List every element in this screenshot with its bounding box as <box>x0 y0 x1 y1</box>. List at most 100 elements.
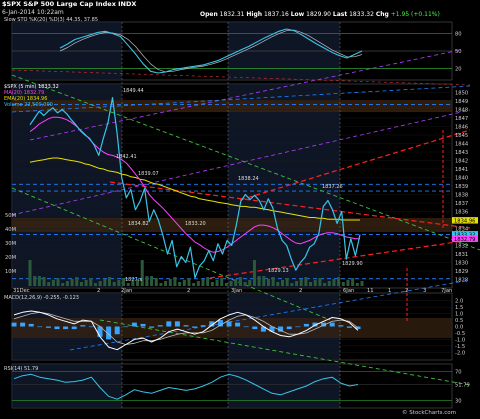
last-value: 1833.32 <box>349 11 374 18</box>
macd-hist-bar-12 <box>114 326 120 335</box>
volume-bar-0 <box>28 260 32 286</box>
macd-hist-bar-14 <box>131 322 137 327</box>
volume-tick-label-0: 50M <box>5 213 16 219</box>
volume-bar-4 <box>47 282 51 286</box>
price-tick-label-18: 1832 <box>455 244 468 250</box>
low-value: 1829.90 <box>306 11 331 18</box>
volume-bar-11 <box>79 282 83 286</box>
volume-tick-label-3: 20M <box>5 255 16 261</box>
macd-hist-bar-27 <box>243 326 249 328</box>
price-tick-label-10: 1840 <box>455 176 468 182</box>
volume-bar-26 <box>150 276 154 286</box>
volume-bar-54 <box>281 280 285 286</box>
x-tick-label-8: 1 <box>388 288 391 294</box>
macd-hist-bar-9 <box>88 326 94 328</box>
x-tick-label-3: 2 <box>187 288 190 294</box>
high-value: 1837.16 <box>263 11 289 18</box>
rsi-tick-label-0: 70 <box>455 369 462 375</box>
volume-bar-27 <box>154 278 158 286</box>
volume-bar-51 <box>266 279 270 286</box>
volume-bar-49 <box>257 276 261 286</box>
macd-hist-bar-21 <box>192 326 198 328</box>
macd-hist-bar-26 <box>235 322 241 327</box>
volume-bar-70 <box>355 283 359 286</box>
volume-bar-2 <box>37 276 41 286</box>
volume-bar-50 <box>262 276 266 286</box>
volume-bar-1 <box>33 276 37 286</box>
price-tick-label-21: 1829 <box>455 269 468 275</box>
macd-tick-label-2: 1.0 <box>455 312 463 318</box>
price-tick-label-4: 1846 <box>455 125 468 131</box>
macd-hist-bar-25 <box>226 321 232 327</box>
volume-bar-53 <box>276 282 280 286</box>
volume-bar-69 <box>351 278 355 286</box>
volume-legend: Volume 22,500,000 <box>4 102 53 108</box>
x-tick-label-11: 7Jan <box>441 288 452 294</box>
brand-watermark: © StockCharts.com <box>402 410 456 416</box>
macd-legend: MACD(12,26,9) -0.255, -0.123 <box>4 295 79 301</box>
x-tick-label-6: 6Jan <box>343 288 354 294</box>
volume-bar-28 <box>159 283 163 286</box>
volume-bar-66 <box>337 277 341 286</box>
macd-tick-label-1: 1.5 <box>455 305 463 311</box>
last-label: Last <box>332 11 348 18</box>
price-annotation-7: 1829.13 <box>268 268 289 274</box>
x-tick-label-7: 11 <box>367 288 374 294</box>
chg-label: Chg <box>375 11 389 18</box>
price-annotation-1: 1842.41 <box>116 154 137 160</box>
macd-tick-label-0: 2.0 <box>455 299 463 305</box>
volume-bar-35 <box>192 283 196 286</box>
price-tick-label-2: 1848 <box>455 108 468 114</box>
volume-bar-65 <box>332 279 336 286</box>
volume-bar-52 <box>271 277 275 286</box>
macd-hist-bar-4 <box>45 326 51 328</box>
volume-bar-58 <box>299 279 303 286</box>
macd-hist-bar-13 <box>123 326 129 328</box>
macd-tick-label-4: 0.0 <box>455 325 463 331</box>
stoch-tick-label-0: 80 <box>455 32 462 38</box>
x-tick-label-2: 2Jan <box>121 288 132 294</box>
volume-bar-34 <box>187 278 191 286</box>
volume-bar-56 <box>290 283 294 286</box>
macd-hist-bar-33 <box>295 326 301 328</box>
price-tick-label-0: 1850 <box>455 91 468 97</box>
volume-bar-29 <box>164 281 168 286</box>
volume-bar-19 <box>117 280 121 286</box>
stoch-tick-label-1: 50 <box>455 49 462 55</box>
macd-hist-bar-7 <box>71 326 77 330</box>
rsi-tick-label-2: 30 <box>455 399 462 405</box>
volume-tick-label-4: 10M <box>5 269 16 275</box>
macd-hist-bar-28 <box>252 326 258 330</box>
volume-bar-16 <box>103 279 107 286</box>
volume-bar-68 <box>346 280 350 286</box>
macd-hist-bar-15 <box>140 323 146 327</box>
session-shade-1-rsi <box>228 364 340 408</box>
volume-bar-39 <box>210 282 214 286</box>
macd-tick-label-3: 0.5 <box>455 318 463 324</box>
high-label: High <box>246 11 263 18</box>
price-annotation-4: 1833.20 <box>185 221 206 227</box>
volume-bar-36 <box>196 281 200 286</box>
volume-bar-7 <box>61 283 65 286</box>
volume-bar-37 <box>201 279 205 286</box>
volume-bar-62 <box>318 278 322 286</box>
volume-bar-46 <box>243 282 247 286</box>
price-tick-label-12: 1838 <box>455 193 468 199</box>
macd-hist-bar-34 <box>303 323 309 327</box>
macd-hist-bar-2 <box>28 323 34 327</box>
volume-bar-41 <box>220 278 224 286</box>
volume-bar-15 <box>98 281 102 286</box>
volume-bar-42 <box>224 283 228 286</box>
volume-bar-30 <box>168 279 172 286</box>
price-tick-label-6: 1844 <box>455 142 469 148</box>
macd-hist-bar-37 <box>329 322 335 327</box>
macd-tick-label-5: -0.5 <box>455 331 465 337</box>
volume-bar-45 <box>238 277 242 286</box>
macd-hist-bar-32 <box>286 326 292 330</box>
open-value: 1832.31 <box>219 11 245 18</box>
macd-hist-bar-20 <box>183 325 189 327</box>
volume-bar-44 <box>234 279 238 286</box>
volume-bar-40 <box>215 280 219 286</box>
volume-bar-67 <box>341 282 345 286</box>
resistance-zone <box>12 100 452 112</box>
